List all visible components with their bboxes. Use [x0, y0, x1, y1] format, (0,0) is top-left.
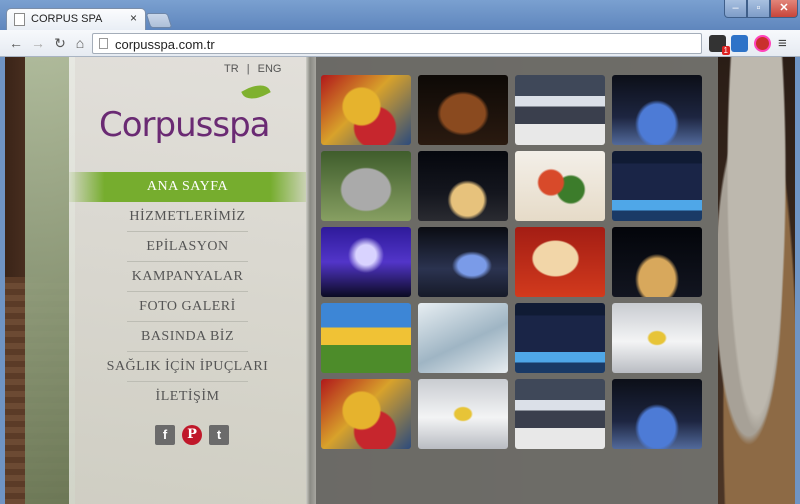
- adblock-extension-icon[interactable]: [754, 35, 771, 52]
- gallery-thumb-led-tv[interactable]: [612, 151, 702, 221]
- browser-toolbar: ← → ↻ ⌂ corpusspa.com.tr 1 ≡: [0, 30, 800, 57]
- gallery-thumb-stage[interactable]: [612, 379, 702, 449]
- gallery-thumb-flowers[interactable]: [321, 303, 411, 373]
- gallery-thumb-food[interactable]: [515, 151, 605, 221]
- social-links: f P t: [155, 425, 235, 447]
- url-text[interactable]: corpusspa.com.tr: [115, 37, 215, 52]
- new-tab-button[interactable]: [145, 13, 173, 28]
- nav-item-basinda-biz[interactable]: BASINDA BİZ: [69, 322, 306, 352]
- language-switcher: TR | ENG: [224, 63, 282, 75]
- gallery-thumb-stage[interactable]: [612, 75, 702, 145]
- gallery-thumb-led-tv[interactable]: [515, 303, 605, 373]
- window-titlebar: CORPUS SPA × – ▫ ✕: [0, 0, 800, 30]
- home-icon[interactable]: ⌂: [72, 35, 88, 51]
- nav-item-kampanyalar[interactable]: KAMPANYALAR: [69, 262, 306, 292]
- nav-item-iletisim[interactable]: İLETİŞİM: [69, 382, 306, 412]
- gallery-thumb-cat[interactable]: [321, 151, 411, 221]
- gallery-thumb-tv-studio[interactable]: [515, 75, 605, 145]
- gallery-thumb-tv-studio[interactable]: [515, 379, 605, 449]
- maximize-button[interactable]: ▫: [747, 0, 770, 18]
- gallery-thumb-blonde-woman[interactable]: [515, 227, 605, 297]
- nav-item-ana-sayfa[interactable]: ANA SAYFA: [69, 172, 306, 202]
- back-arrow-icon[interactable]: ←: [8, 35, 24, 51]
- browser-tab[interactable]: CORPUS SPA ×: [6, 8, 146, 30]
- gallery-thumb-parrot[interactable]: [321, 75, 411, 145]
- gallery-thumb-concert[interactable]: [321, 227, 411, 297]
- gallery-thumb-airplane[interactable]: [612, 303, 702, 373]
- address-bar[interactable]: corpusspa.com.tr: [92, 33, 702, 54]
- photo-gallery: [316, 57, 718, 504]
- nav-item-saglik-ipuclari[interactable]: SAĞLIK İÇİN İPUÇLARI: [69, 352, 306, 382]
- facebook-icon[interactable]: f: [155, 425, 175, 445]
- nav-item-hizmetlerimiz[interactable]: HİZMETLERİMİZ: [69, 202, 306, 232]
- lang-eng-link[interactable]: ENG: [258, 63, 282, 75]
- forward-arrow-icon[interactable]: →: [30, 35, 46, 51]
- tab-close-icon[interactable]: ×: [130, 11, 137, 25]
- logo-text: Corpusspa: [99, 105, 270, 145]
- page-viewport: TR | ENG Corpusspa ANA SAYFA HİZMETLERİM…: [5, 57, 795, 504]
- panel-divider: [306, 57, 316, 504]
- left-panel: TR | ENG Corpusspa ANA SAYFA HİZMETLERİM…: [69, 57, 306, 504]
- site-logo[interactable]: Corpusspa: [99, 79, 289, 155]
- background-stones: [718, 57, 795, 504]
- extension-icon[interactable]: 1: [709, 35, 730, 55]
- gallery-thumb-swimmer[interactable]: [418, 303, 508, 373]
- gallery-thumb-night-city[interactable]: [418, 151, 508, 221]
- translate-extension-icon[interactable]: [731, 35, 748, 52]
- close-window-button[interactable]: ✕: [770, 0, 798, 18]
- extension-badge: 1: [721, 46, 730, 55]
- page-favicon-icon: [14, 13, 25, 26]
- gallery-thumb-horse[interactable]: [418, 75, 508, 145]
- minimize-button[interactable]: –: [724, 0, 747, 18]
- browser-menu-icon[interactable]: ≡: [778, 36, 787, 51]
- lang-tr-link[interactable]: TR: [224, 63, 239, 75]
- leaf-icon: [241, 79, 271, 105]
- background-leaf: [25, 57, 75, 504]
- twitter-icon[interactable]: t: [209, 425, 229, 445]
- gallery-thumb-parrot[interactable]: [321, 379, 411, 449]
- tab-title: CORPUS SPA: [31, 13, 103, 25]
- gallery-thumb-night-city[interactable]: [612, 227, 702, 297]
- nav-item-epilasyon[interactable]: EPİLASYON: [69, 232, 306, 262]
- nav-item-foto-galeri[interactable]: FOTO GALERİ: [69, 292, 306, 322]
- gallery-thumb-airplane[interactable]: [418, 379, 508, 449]
- lang-separator: |: [246, 63, 250, 75]
- page-icon: [99, 38, 108, 49]
- reload-icon[interactable]: ↻: [52, 35, 68, 51]
- main-nav: ANA SAYFA HİZMETLERİMİZ EPİLASYON KAMPAN…: [69, 172, 306, 412]
- pinterest-icon[interactable]: P: [182, 425, 202, 445]
- gallery-thumb-stage[interactable]: [418, 227, 508, 297]
- gallery-grid: [321, 75, 702, 449]
